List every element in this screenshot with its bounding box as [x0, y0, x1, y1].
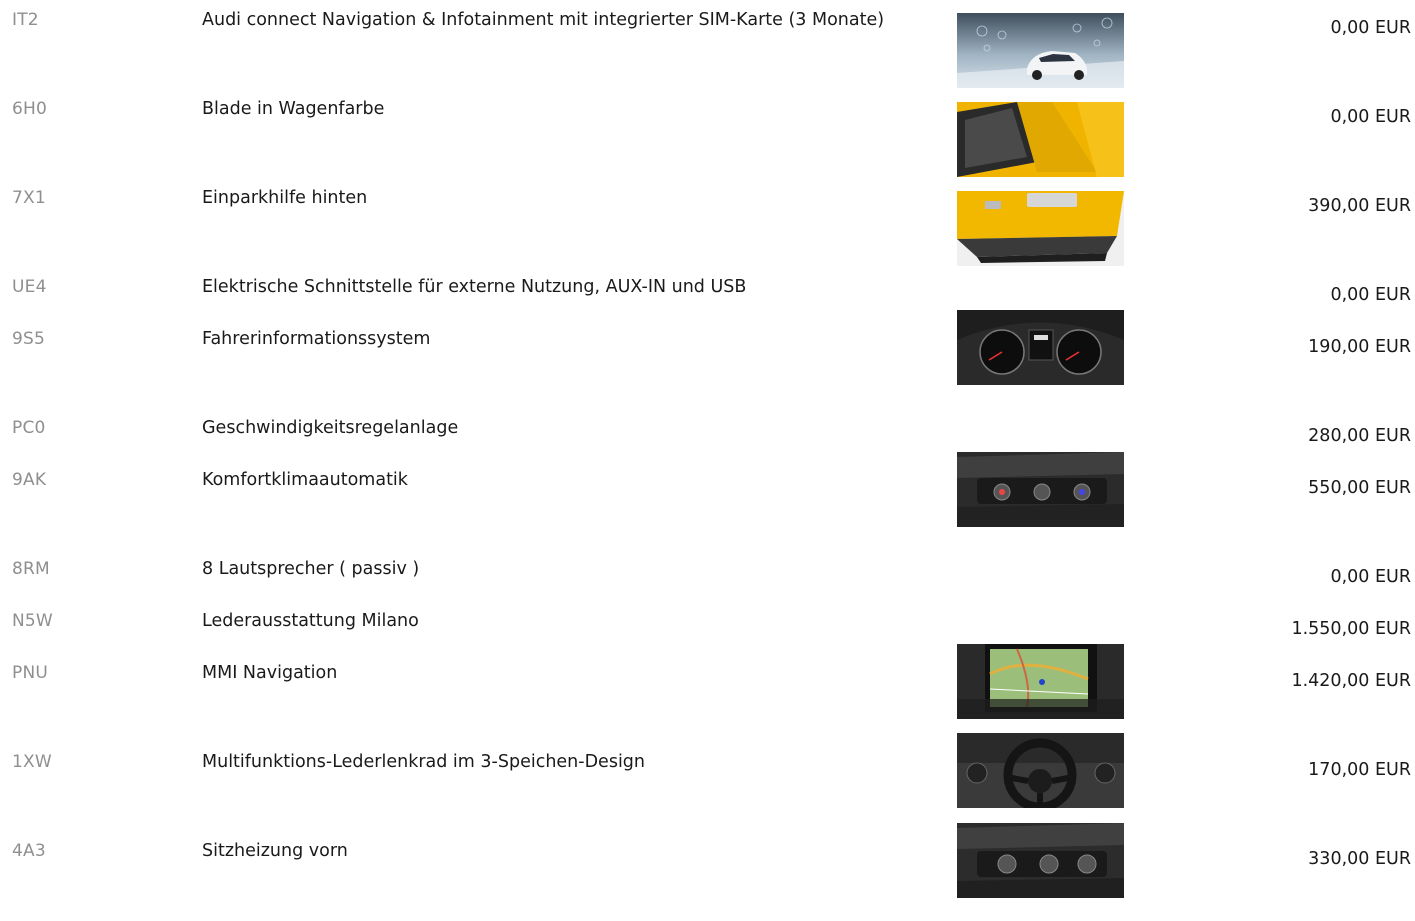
instrument-cluster-image [957, 310, 1124, 385]
rear-park-image [957, 191, 1124, 266]
option-price: 280,00 EUR [1308, 426, 1411, 446]
option-code: IT2 [12, 10, 39, 30]
option-description: MMI Navigation [202, 663, 338, 683]
option-code: PNU [12, 663, 49, 683]
option-code: 8RM [12, 559, 50, 579]
climate-control-image [957, 452, 1124, 527]
option-description: Audi connect Navigation & Infotainment m… [202, 10, 885, 30]
option-description: Geschwindigkeitsregelanlage [202, 418, 459, 438]
option-price: 1.420,00 EUR [1291, 671, 1411, 691]
steering-wheel-image [957, 733, 1124, 808]
option-code: 9AK [12, 470, 47, 490]
option-price: 170,00 EUR [1308, 760, 1411, 780]
list-item: N5W Lederausstattung Milano 1.550,00 EUR [0, 601, 1415, 653]
option-price: 0,00 EUR [1330, 567, 1411, 587]
option-code: PC0 [12, 418, 46, 438]
list-item: 6H0 Blade in Wagenfarbe 0,00 EUR [0, 89, 1415, 178]
option-price: 0,00 EUR [1330, 285, 1411, 305]
mmi-navigation-image [957, 644, 1124, 719]
option-description: Elektrische Schnittstelle für externe Nu… [202, 277, 747, 297]
option-price: 0,00 EUR [1330, 18, 1411, 38]
option-code: 6H0 [12, 99, 48, 119]
option-code: 4A3 [12, 841, 46, 861]
option-description: Multifunktions-Lederlenkrad im 3-Speiche… [202, 752, 646, 772]
list-item: UE4 Elektrische Schnittstelle für extern… [0, 267, 1415, 319]
list-item: IT2 Audi connect Navigation & Infotainme… [0, 0, 1415, 89]
option-code: 1XW [12, 752, 52, 772]
option-price: 390,00 EUR [1308, 196, 1411, 216]
option-price: 1.550,00 EUR [1291, 619, 1411, 639]
list-item: 7X1 Einparkhilfe hinten 390,00 EUR [0, 178, 1415, 267]
option-description: Einparkhilfe hinten [202, 188, 368, 208]
connect-car-image [957, 13, 1124, 88]
option-description: Lederausstattung Milano [202, 611, 419, 631]
seat-heating-image [957, 823, 1124, 898]
list-item: PNU MMI Navigation 1.420,00 EUR [0, 644, 1415, 742]
option-code: 9S5 [12, 329, 46, 349]
list-item: 8RM 8 Lautsprecher ( passiv ) 0,00 EUR [0, 549, 1415, 601]
yellow-blade-image [957, 102, 1124, 177]
option-description: 8 Lautsprecher ( passiv ) [202, 559, 420, 579]
option-description: Fahrerinformationssystem [202, 329, 431, 349]
option-price: 550,00 EUR [1308, 478, 1411, 498]
option-code: 7X1 [12, 188, 46, 208]
option-description: Blade in Wagenfarbe [202, 99, 385, 119]
option-code: UE4 [12, 277, 47, 297]
list-item: 4A3 Sitzheizung vorn 330,00 EUR [0, 823, 1415, 921]
option-description: Sitzheizung vorn [202, 841, 348, 861]
equipment-list: IT2 Audi connect Navigation & Infotainme… [0, 0, 1415, 921]
option-price: 0,00 EUR [1330, 107, 1411, 127]
option-code: N5W [12, 611, 53, 631]
list-item: 9S5 Fahrerinformationssystem 190,00 EUR [0, 310, 1415, 408]
option-price: 190,00 EUR [1308, 337, 1411, 357]
list-item: 9AK Komfortklimaautomatik 550,00 EUR [0, 452, 1415, 549]
option-description: Komfortklimaautomatik [202, 470, 408, 490]
option-price: 330,00 EUR [1308, 849, 1411, 869]
list-item: 1XW Multifunktions-Lederlenkrad im 3-Spe… [0, 733, 1415, 831]
list-item: PC0 Geschwindigkeitsregelanlage 280,00 E… [0, 408, 1415, 460]
